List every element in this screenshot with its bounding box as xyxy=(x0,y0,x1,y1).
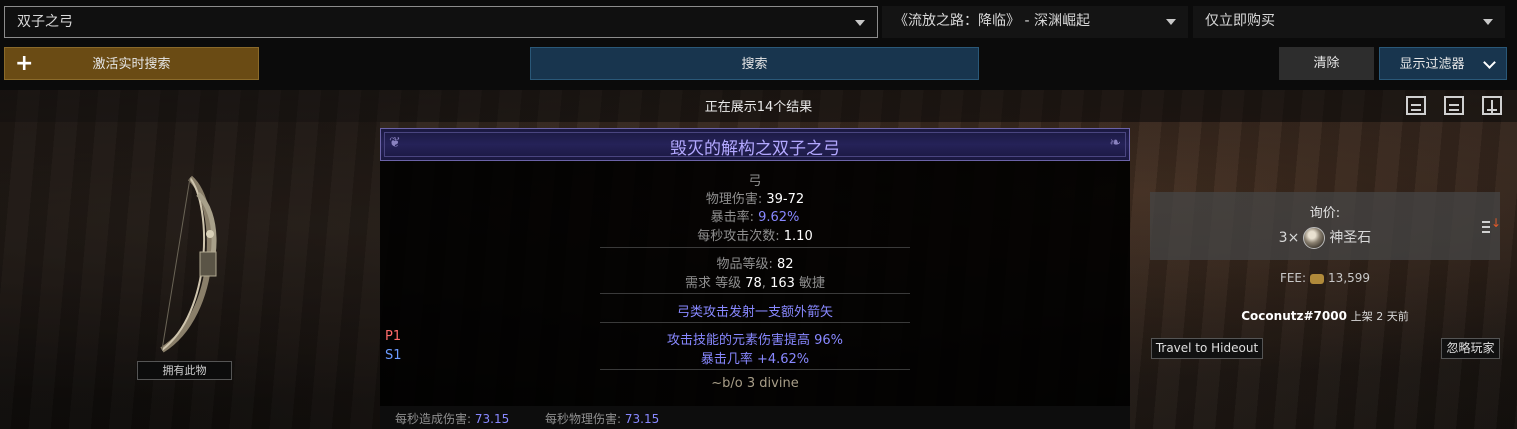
explicit-mod: 攻击技能的元素伤害提高 96% xyxy=(666,333,844,348)
show-filters-button[interactable]: 显示过滤器 xyxy=(1379,47,1507,80)
crit-value: 9.62% xyxy=(758,210,800,225)
owned-label[interactable]: 拥有此物 xyxy=(137,361,232,380)
league-select[interactable]: 《流放之路：降临》 - 深渊崛起 xyxy=(882,6,1188,38)
requirements-row: 需求 等级 78, 163 敏捷 xyxy=(684,276,826,291)
seller-name[interactable]: Coconutz#7000 xyxy=(1241,309,1347,323)
fee-value: 13,599 xyxy=(1328,271,1371,285)
divider xyxy=(600,369,910,370)
phys-damage-row: 物理伤害: 39-72 xyxy=(705,192,805,207)
item-type-value: 双子之弓 xyxy=(17,14,73,30)
live-search-button[interactable]: + 激活实时搜索 xyxy=(4,47,259,80)
item-class: 弓 xyxy=(748,174,762,189)
search-label: 搜索 xyxy=(741,57,768,72)
show-filters-label: 显示过滤器 xyxy=(1399,57,1465,72)
chevron-down-icon xyxy=(855,20,865,26)
column-view-icon[interactable] xyxy=(1482,96,1502,115)
plus-icon: + xyxy=(15,51,34,76)
item-tooltip: ❦ ❧ 毁灭的解构之双子之弓 弓 物理伤害: 39-72 暴击率: 9.62% … xyxy=(380,128,1130,424)
compact-view-icon[interactable] xyxy=(1406,96,1426,115)
divine-orb-icon xyxy=(1303,227,1326,249)
aps-row: 每秒攻击次数: 1.10 xyxy=(697,229,813,244)
league-value: 《流放之路：降临》 - 深渊崛起 xyxy=(894,13,1090,29)
crit-row: 暴击率: 9.62% xyxy=(710,210,800,225)
divider xyxy=(600,247,910,248)
divider xyxy=(600,293,910,294)
explicit-mod: 暴击几率 +4.62% xyxy=(700,352,810,367)
chevron-down-icon xyxy=(1166,19,1176,25)
seller-row: Coconutz#7000 上架 2 天前 xyxy=(1150,308,1500,324)
price-box: 询价: 3× 神圣石 xyxy=(1150,192,1500,260)
bow-icon xyxy=(160,175,217,353)
chevron-down-icon xyxy=(1483,19,1493,25)
live-search-label: 激活实时搜索 xyxy=(92,57,171,72)
item-image-column: 拥有此物 xyxy=(0,122,380,429)
req-level-value: 78 xyxy=(745,276,762,291)
ignore-player-button[interactable]: 忽略玩家 xyxy=(1441,338,1500,359)
gold-icon xyxy=(1310,273,1325,284)
fee-row: FEE: 13,599 xyxy=(1150,271,1500,285)
buyout-value: 仅立即购买 xyxy=(1205,13,1275,29)
results-header: 正在展示14个结果 xyxy=(0,90,1517,122)
price-value: 3× 神圣石 xyxy=(1150,227,1500,249)
buyout-select[interactable]: 仅立即购买 xyxy=(1193,6,1505,38)
listed-time: 上架 2 天前 xyxy=(1350,310,1409,323)
sort-icon[interactable]: ↓ xyxy=(1482,216,1501,234)
travel-to-hideout-button[interactable]: Travel to Hideout xyxy=(1151,338,1263,359)
implicit-mod: 弓类攻击发射一支额外箭矢 xyxy=(676,305,833,320)
price-amount: 3× xyxy=(1278,230,1300,246)
item-level-row: 物品等级: 82 xyxy=(716,257,794,272)
price-currency: 神圣石 xyxy=(1329,230,1372,246)
dps-stat: 每秒造成伤害: 73.15 xyxy=(395,412,510,426)
price-note: ~b/o 3 divine xyxy=(711,376,799,391)
item-level-value: 82 xyxy=(776,257,794,272)
divider xyxy=(600,322,910,323)
results-count: 正在展示14个结果 xyxy=(704,100,813,115)
item-type-select[interactable]: 双子之弓 xyxy=(4,6,878,38)
dps-footer: 每秒造成伤害: 73.15 每秒物理伤害: 73.15 xyxy=(380,406,1130,429)
results-area: 正在展示14个结果 拥有此物 ❦ ❧ 毁灭的解构之双子之弓 弓 物理伤害: 39… xyxy=(0,90,1517,429)
req-dex-value: 163 xyxy=(770,276,795,291)
fee-label: FEE: xyxy=(1279,271,1307,285)
chevron-down-icon xyxy=(1483,56,1496,69)
search-button[interactable]: 搜索 xyxy=(530,47,979,80)
pdps-stat: 每秒物理伤害: 73.15 xyxy=(545,412,660,426)
list-view-icon[interactable] xyxy=(1444,96,1464,115)
search-bar: 双子之弓 《流放之路：降临》 - 深渊崛起 仅立即购买 + 激活实时搜索 搜索 … xyxy=(0,0,1517,90)
clear-label: 清除 xyxy=(1313,56,1340,71)
item-name: 毁灭的解构之双子之弓 xyxy=(670,139,840,159)
aps-value: 1.10 xyxy=(783,229,813,244)
price-title: 询价: xyxy=(1309,206,1341,221)
clear-button[interactable]: 清除 xyxy=(1279,47,1374,80)
item-header: ❦ ❧ 毁灭的解构之双子之弓 xyxy=(380,128,1130,161)
phys-damage-value: 39-72 xyxy=(766,192,805,207)
